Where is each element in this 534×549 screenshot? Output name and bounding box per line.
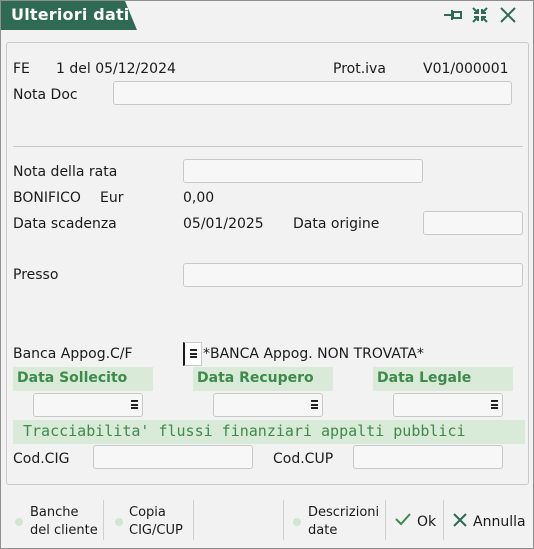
menu-icon <box>131 400 138 409</box>
title-bar: Ulteriori dati <box>1 1 533 30</box>
cod-cig-label: Cod.CIG <box>13 451 70 467</box>
bottom-toolbar: Banche del cliente Copia CIG/CUP Descriz… <box>1 492 533 548</box>
menu-icon <box>190 349 197 358</box>
cod-cup-label: Cod.CUP <box>273 451 334 467</box>
check-icon <box>395 513 411 526</box>
cancel-icon <box>453 513 467 527</box>
menu-icon <box>311 400 318 409</box>
data-scadenza-label: Data scadenza <box>13 216 117 232</box>
banca-appog-select[interactable] <box>183 342 202 366</box>
menu-icon <box>491 400 498 409</box>
payment-method: BONIFICO <box>13 190 81 206</box>
presso-input[interactable] <box>183 263 523 287</box>
data-recupero-select[interactable] <box>213 393 323 417</box>
banche-line2: del cliente <box>30 523 98 538</box>
descr-line1: Descrizioni <box>308 505 380 520</box>
toolbar-separator <box>443 500 444 540</box>
data-origine-label: Data origine <box>293 216 380 232</box>
pin-icon[interactable] <box>442 5 464 25</box>
status-dot-icon <box>115 518 123 526</box>
window-title: Ulteriori dati <box>11 5 130 24</box>
nota-rata-input[interactable] <box>183 159 423 183</box>
tracciabilita-title: Tracciabilita' flussi finanziari appalti… <box>13 420 525 444</box>
divider <box>13 146 523 147</box>
doc-number: 1 del 05/12/2024 <box>56 61 176 77</box>
status-dot-icon <box>15 518 23 526</box>
ulteriori-dati-window: Ulteriori dati FE 1 del 05/12/2024 Prot.… <box>0 0 534 549</box>
copia-line1: Copia <box>129 505 166 520</box>
toolbar-separator <box>103 500 104 540</box>
nota-rata-label: Nota della rata <box>13 164 118 180</box>
cod-cup-input[interactable] <box>353 445 503 469</box>
banca-status: *BANCA Appog. NON TROVATA* <box>203 346 424 362</box>
amount: 0,00 <box>183 190 215 206</box>
cod-cig-input[interactable] <box>93 445 253 469</box>
nota-doc-input[interactable] <box>113 81 512 105</box>
shrink-icon[interactable] <box>469 5 491 25</box>
copia-line2: CIG/CUP <box>129 523 183 538</box>
descr-line2: date <box>308 523 338 538</box>
nota-doc-label: Nota Doc <box>13 87 78 103</box>
toolbar-separator <box>193 500 194 540</box>
currency: Eur <box>100 190 124 206</box>
section-legale: Data Legale <box>373 367 513 391</box>
status-dot-icon <box>293 518 301 526</box>
prot-iva-label: Prot.iva <box>333 61 386 77</box>
section-sollecito: Data Sollecito <box>13 367 153 391</box>
toolbar-separator <box>283 500 284 540</box>
banca-appog-label: Banca Appog.C/F <box>13 346 133 362</box>
banche-line1: Banche <box>30 505 79 520</box>
data-sollecito-select[interactable] <box>33 393 143 417</box>
data-scadenza-value: 05/01/2025 <box>183 216 264 232</box>
data-legale-select[interactable] <box>393 393 503 417</box>
prot-iva-value: V01/000001 <box>423 61 509 77</box>
doc-type: FE <box>13 61 30 77</box>
close-icon[interactable] <box>497 5 519 25</box>
toolbar-separator <box>385 500 386 540</box>
ok-label: Ok <box>417 514 437 530</box>
annulla-label: Annulla <box>473 514 526 530</box>
section-recupero: Data Recupero <box>193 367 333 391</box>
presso-label: Presso <box>13 267 59 283</box>
data-origine-input[interactable] <box>423 211 523 235</box>
